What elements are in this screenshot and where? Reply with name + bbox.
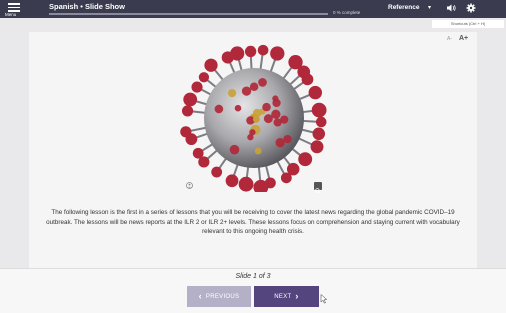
previous-label: PREVIOUS: [205, 294, 240, 300]
shortcuts-hint[interactable]: Shortcuts (Ctrl + H): [432, 20, 504, 28]
speaker-icon[interactable]: [446, 3, 456, 13]
course-title: Spanish • Slide Show: [49, 2, 125, 11]
chevron-right-icon: ›: [295, 291, 299, 301]
chevron-down-icon[interactable]: ▾: [428, 4, 431, 11]
footer-nav: Slide 1 of 3 ‹ PREVIOUS NEXT ›: [0, 268, 506, 313]
menu-button[interactable]: Menu: [5, 1, 27, 17]
reference-menu[interactable]: Reference: [388, 4, 419, 11]
progress-bar: [49, 13, 328, 15]
increase-font-button[interactable]: A+: [459, 35, 468, 42]
lesson-description: The following lesson is the first in a s…: [46, 209, 460, 235]
chevron-left-icon: ‹: [198, 291, 202, 301]
next-button[interactable]: NEXT ›: [254, 286, 319, 307]
menu-label: Menu: [5, 12, 17, 17]
progress-text: 0 % complete: [333, 10, 361, 15]
top-bar: Menu Spanish • Slide Show 0 % complete R…: [0, 0, 506, 18]
coronavirus-image: [180, 44, 327, 192]
decrease-font-button[interactable]: A-: [447, 36, 452, 42]
info-icon[interactable]: [186, 182, 193, 189]
zoom-icon[interactable]: [314, 182, 322, 194]
mouse-cursor: [320, 294, 328, 304]
next-label: NEXT: [274, 294, 292, 300]
slide-counter: Slide 1 of 3: [235, 273, 271, 280]
previous-button[interactable]: ‹ PREVIOUS: [187, 286, 251, 307]
gear-icon[interactable]: [466, 3, 476, 13]
